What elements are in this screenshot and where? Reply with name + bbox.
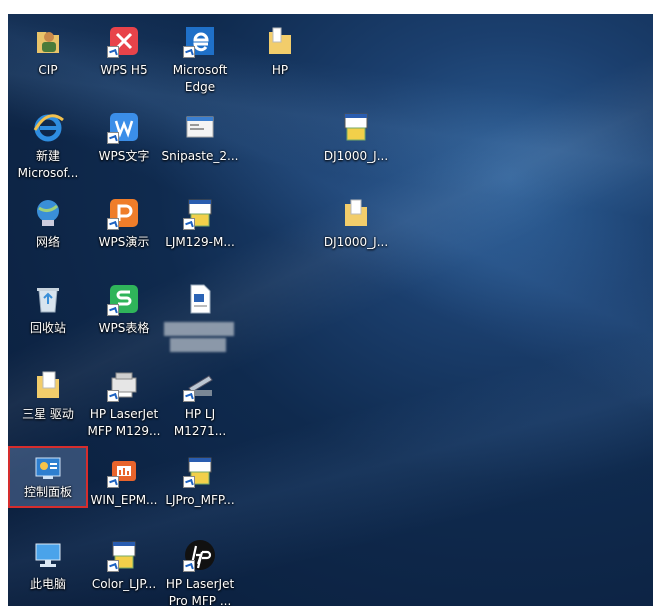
- wps-h5-icon: [107, 24, 141, 58]
- icon-label: Microsoft Edge: [172, 63, 228, 94]
- installer-icon: [183, 454, 217, 488]
- redacted-label: [164, 322, 234, 336]
- shortcut-arrow-icon: [183, 218, 195, 230]
- desktop-icon-wps-presentation[interactable]: WPS演示: [84, 192, 164, 274]
- shortcut-arrow-icon: [107, 132, 119, 144]
- desktop-icon-ljm129[interactable]: LJM129-M...: [160, 192, 240, 274]
- shortcut-arrow-icon: [107, 218, 119, 230]
- icon-label: WPS表格: [98, 321, 150, 335]
- desktop-icon-redacted-document[interactable]: [160, 278, 240, 360]
- desktop-icon-microsoft-edge[interactable]: Microsoft Edge: [160, 20, 240, 102]
- desktop-icon-hp-laserjet-mfp-m129[interactable]: HP LaserJet MFP M129...: [84, 364, 164, 446]
- shortcut-arrow-icon: [183, 390, 195, 402]
- desktop-icon-network[interactable]: 网络: [8, 192, 88, 274]
- printer-icon: [107, 368, 141, 402]
- icon-label: 回收站: [29, 321, 66, 335]
- wps-spreadsheet-icon: [107, 282, 141, 316]
- desktop-icon-wps-h5[interactable]: WPS H5: [84, 20, 164, 102]
- hp-logo-icon: [183, 538, 217, 572]
- icon-label: WPS文字: [98, 149, 150, 163]
- icon-label: HP LJ M1271...: [173, 407, 227, 438]
- icon-label: LJM129-M...: [165, 235, 235, 249]
- screenshot-image-icon: [183, 110, 217, 144]
- user-folder-icon: [31, 24, 65, 58]
- icon-label: WPS H5: [100, 63, 148, 77]
- installer-icon: [339, 110, 373, 144]
- desktop-icon-hp-folder[interactable]: HP: [240, 20, 320, 102]
- shortcut-arrow-icon: [107, 46, 119, 58]
- scanner-icon: [183, 368, 217, 402]
- desktop-icon-wps-spreadsheet[interactable]: WPS表格: [84, 278, 164, 360]
- icon-label: 三星 驱动: [22, 407, 74, 421]
- desktop-icon-ljpro-mfp[interactable]: LJPro_MFP...: [160, 450, 240, 532]
- desktop-icon-samsung-driver[interactable]: 三星 驱动: [8, 364, 88, 446]
- folder-icon: [339, 196, 373, 230]
- icon-label: WPS演示: [98, 235, 150, 249]
- desktop-icon-cip[interactable]: CIP: [8, 20, 88, 102]
- desktop-icon-hp-laserjet-pro-mfp[interactable]: HP LaserJet Pro MFP ...: [160, 534, 240, 606]
- shortcut-arrow-icon: [183, 46, 195, 58]
- desktop-icon-wps-writer[interactable]: WPS文字: [84, 106, 164, 188]
- icon-label: DJ1000_J...: [323, 149, 389, 163]
- icon-label: Snipaste_2...: [161, 149, 239, 163]
- icon-label: CIP: [38, 63, 58, 77]
- win-epm-icon: [107, 454, 141, 488]
- shortcut-arrow-icon: [183, 560, 195, 572]
- wps-presentation-icon: [107, 196, 141, 230]
- icon-label: DJ1000_J...: [323, 235, 389, 249]
- network-icon: [31, 196, 65, 230]
- icon-label: HP: [271, 63, 289, 77]
- desktop-icon-win-epm[interactable]: WIN_EPM...: [84, 450, 164, 532]
- folder-document-icon: [31, 368, 65, 402]
- desktop-icon-dj1000-installer[interactable]: DJ1000_J...: [316, 106, 396, 188]
- desktop[interactable]: CIP 新建 Microsof... 网络 回收站 三星 驱动 控制面板 此电脑…: [8, 14, 653, 606]
- recycle-bin-icon: [31, 282, 65, 316]
- icon-label: HP LaserJet MFP M129...: [87, 407, 161, 438]
- shortcut-arrow-icon: [107, 560, 119, 572]
- desktop-icon-hp-lj-m1271[interactable]: HP LJ M1271...: [160, 364, 240, 446]
- control-panel-icon: [31, 452, 65, 486]
- icon-label: HP LaserJet Pro MFP ...: [165, 577, 235, 606]
- shortcut-arrow-icon: [183, 476, 195, 488]
- shortcut-arrow-icon: [107, 390, 119, 402]
- icon-label: 控制面板: [23, 485, 72, 499]
- computer-icon: [31, 538, 65, 572]
- icon-label: 此电脑: [29, 577, 66, 591]
- shortcut-arrow-icon: [107, 476, 119, 488]
- icon-label: WIN_EPM...: [90, 493, 158, 507]
- desktop-icon-control-panel[interactable]: 控制面板: [8, 446, 88, 528]
- icon-label: Color_LJP...: [91, 577, 157, 591]
- redacted-label: [170, 338, 226, 352]
- installer-icon: [183, 196, 217, 230]
- folder-icon: [263, 24, 297, 58]
- desktop-icon-dj1000-folder[interactable]: DJ1000_J...: [316, 192, 396, 274]
- desktop-icon-this-pc[interactable]: 此电脑: [8, 534, 88, 606]
- shortcut-arrow-icon: [107, 304, 119, 316]
- desktop-icon-new-microsoft[interactable]: 新建 Microsof...: [8, 106, 88, 188]
- desktop-icon-snipaste[interactable]: Snipaste_2...: [160, 106, 240, 188]
- icon-label: 新建 Microsof...: [17, 149, 79, 180]
- wps-writer-icon: [107, 110, 141, 144]
- word-document-icon: [183, 282, 217, 316]
- internet-explorer-icon: [31, 110, 65, 144]
- edge-icon: [183, 24, 217, 58]
- installer-icon: [107, 538, 141, 572]
- desktop-icon-color-ljp[interactable]: Color_LJP...: [84, 534, 164, 606]
- icon-label: LJPro_MFP...: [165, 493, 235, 507]
- desktop-icon-recycle-bin[interactable]: 回收站: [8, 278, 88, 360]
- icon-label: 网络: [35, 235, 60, 249]
